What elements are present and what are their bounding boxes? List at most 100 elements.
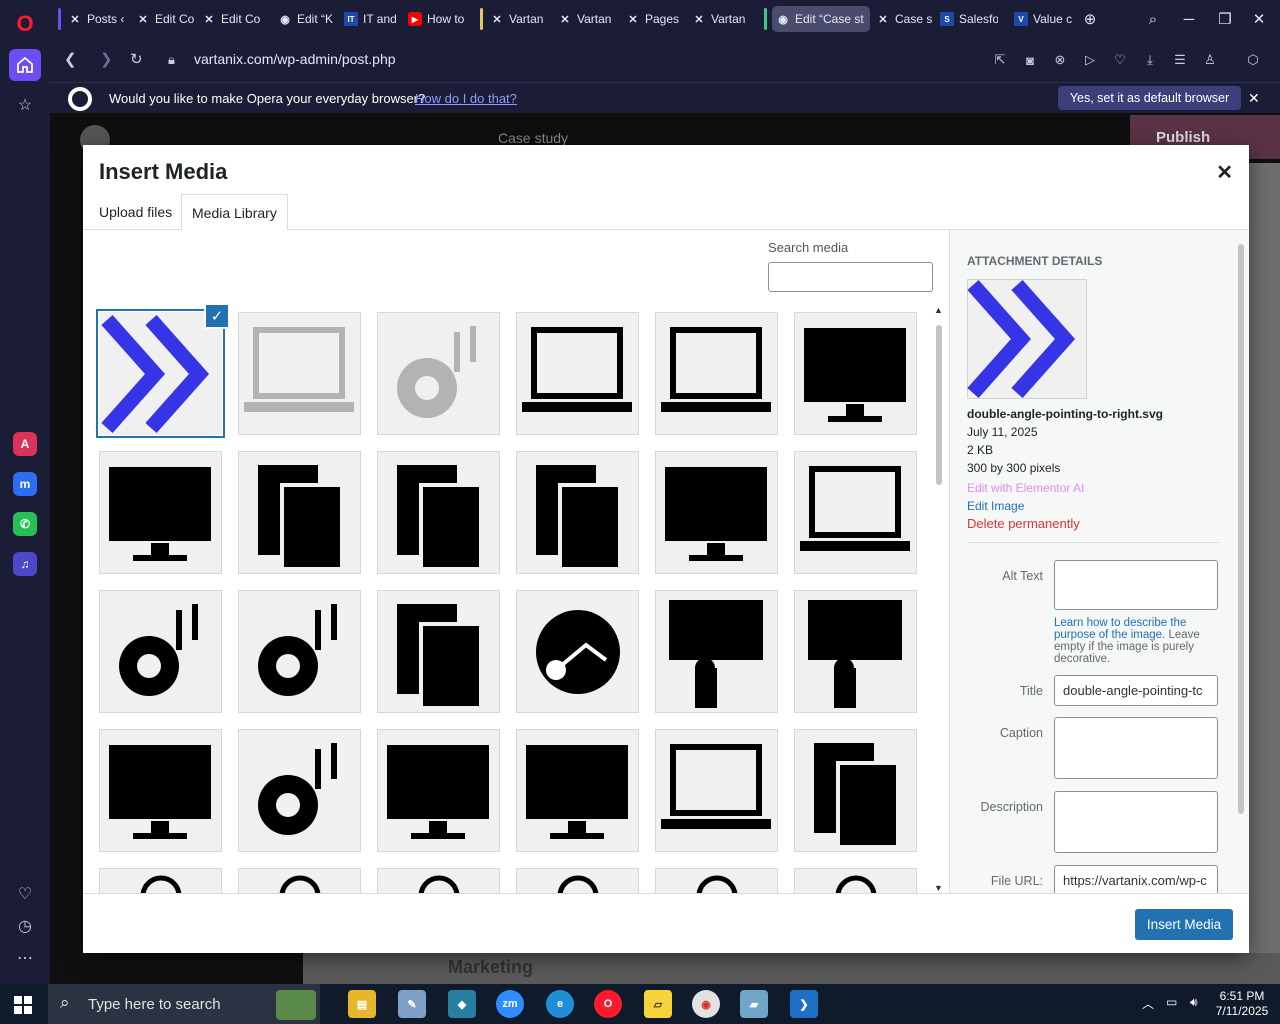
tab-7[interactable]: ✕ Vartan (554, 6, 618, 32)
media-item-rocket-monitor[interactable] (516, 729, 639, 852)
search-tabs-icon[interactable]: ⌕ (1140, 6, 1166, 32)
insert-media-button[interactable]: Insert Media (1135, 909, 1233, 940)
taskbar-search[interactable]: ⌕ Type here to search (48, 984, 320, 1024)
media-item-partial-1[interactable] (99, 868, 222, 893)
media-item-dollar-growth-chart[interactable] (99, 729, 222, 852)
app-icon-2[interactable]: ▰ (740, 990, 768, 1018)
tab-4[interactable]: IT IT and (340, 6, 400, 32)
tab-5[interactable]: ▶ How to (404, 6, 466, 32)
send-icon[interactable]: ▷ (1081, 51, 1099, 69)
reload-icon[interactable]: ↻ (130, 50, 143, 68)
caption-field[interactable] (1054, 717, 1218, 779)
adblock-icon[interactable]: ⊗ (1051, 51, 1069, 69)
grid-scroll-thumb[interactable] (936, 325, 942, 485)
edge-icon[interactable]: e (546, 990, 574, 1018)
minimize-icon[interactable]: ─ (1176, 6, 1202, 32)
vscode-icon[interactable]: ❯ (790, 990, 818, 1018)
profile-icon[interactable]: ♙ (1201, 51, 1219, 69)
media-item-double-angle-right[interactable]: ✓ (99, 303, 230, 435)
lock-icon[interactable]: 🔒︎ (168, 52, 175, 68)
tab-1[interactable]: ✕ Edit Co (132, 6, 196, 32)
media-item-partial-3[interactable] (377, 868, 500, 893)
home-icon[interactable] (9, 49, 41, 81)
paint-icon[interactable]: ✎ (398, 990, 426, 1018)
alt-text-field[interactable] (1054, 560, 1218, 610)
share-icon[interactable]: ⇱ (991, 51, 1009, 69)
media-item-partial-5[interactable] (655, 868, 778, 893)
camera-icon[interactable]: ◙ (1021, 51, 1039, 69)
network-icon[interactable]: ▭ (1166, 995, 1177, 1009)
zoom-icon[interactable]: zm (496, 990, 524, 1018)
tab-media-library[interactable]: Media Library (181, 194, 288, 231)
media-item-password-shield[interactable] (377, 451, 500, 574)
maximize-icon[interactable]: ❐ (1212, 6, 1238, 32)
grid-scrollbar[interactable]: ▲ ▼ (934, 305, 944, 893)
volume-icon[interactable]: 🔊︎ (1190, 995, 1198, 1010)
media-item-monitor-money-chart[interactable] (99, 451, 222, 574)
windows-start-icon[interactable] (14, 996, 32, 1014)
forward-icon[interactable]: ❯ (100, 50, 113, 68)
media-item-hand-rating-stars[interactable] (655, 590, 778, 713)
heart-bookmark-icon[interactable]: ♡ (1111, 51, 1129, 69)
new-tab-plus-icon[interactable]: ⊕ (1077, 6, 1103, 32)
media-item-gear-warning-faded[interactable] (377, 312, 500, 435)
media-item-documents-speed[interactable] (238, 451, 361, 574)
media-item-hand-rating-stars-2[interactable] (794, 590, 917, 713)
delete-permanently-link[interactable]: Delete permanently (967, 516, 1080, 531)
media-item-money-network-circle[interactable] (516, 590, 639, 713)
tab-6[interactable]: ✕ Vartan (486, 6, 550, 32)
media-item-partial-4[interactable] (516, 868, 639, 893)
file-url-field[interactable]: https://vartanix.com/wp-c (1054, 865, 1218, 893)
aria-icon[interactable]: A (13, 432, 37, 456)
scroll-up-icon[interactable]: ▲ (934, 305, 943, 315)
media-item-briefcase-search[interactable] (377, 590, 500, 713)
media-item-rocket-laptop[interactable] (655, 729, 778, 852)
title-field[interactable]: double-angle-pointing-tc (1054, 675, 1218, 706)
close-modal-icon[interactable]: ✕ (1216, 160, 1233, 185)
tab-upload-files[interactable]: Upload files (89, 194, 182, 230)
app-icon[interactable]: ◆ (448, 990, 476, 1018)
messenger-icon[interactable]: m (13, 472, 37, 496)
media-item-money-laptop-faded[interactable] (238, 312, 361, 435)
more-icon[interactable]: ⋯ (9, 942, 41, 974)
details-scroll-thumb[interactable] (1238, 244, 1244, 814)
media-item-box-pencil-tablet[interactable] (794, 729, 917, 852)
opera-taskbar-icon[interactable]: O (594, 990, 622, 1018)
heart-icon[interactable]: ♡ (9, 878, 41, 910)
media-item-cloud-idea[interactable] (99, 590, 222, 713)
taskbar-clock[interactable]: 6:51 PM 7/11/2025 (1212, 989, 1272, 1019)
media-item-money-hook-laptop[interactable] (516, 312, 639, 435)
download-icon[interactable]: ⤓ (1141, 51, 1159, 69)
tab-9[interactable]: ✕ Vartan (688, 6, 748, 32)
edit-image-link[interactable]: Edit Image (967, 499, 1024, 513)
description-field[interactable] (1054, 791, 1218, 853)
tab-11[interactable]: ✕ Case st (872, 6, 932, 32)
history-icon[interactable]: ◷ (9, 910, 41, 942)
media-item-password-shield-2[interactable] (516, 451, 639, 574)
tab-8[interactable]: ✕ Pages (622, 6, 686, 32)
media-item-laptop-sync-icon[interactable] (655, 312, 778, 435)
media-item-partial-6[interactable] (794, 868, 917, 893)
media-item-wrench-settings-window[interactable] (377, 729, 500, 852)
infobar-help-link[interactable]: How do I do that? (415, 91, 517, 106)
set-default-button[interactable]: Yes, set it as default browser (1058, 86, 1241, 110)
opera-logo-icon[interactable]: O (9, 8, 41, 40)
media-item-monitor-roadmap[interactable] (794, 312, 917, 435)
tab-13[interactable]: V Value c (1010, 6, 1072, 32)
sticky-notes-icon[interactable]: ▱ (644, 990, 672, 1018)
search-media-input[interactable] (768, 262, 933, 292)
url-field[interactable]: vartanix.com/wp-admin/post.php (194, 51, 396, 67)
tab-0[interactable]: ✕ Posts ‹ (64, 6, 128, 32)
file-explorer-icon[interactable]: ▤ (348, 990, 376, 1018)
media-item-dashboard-flowchart[interactable] (655, 451, 778, 574)
extensions-icon[interactable]: ⬡ (1244, 51, 1262, 69)
media-item-gears-growth-clock[interactable] (238, 729, 361, 852)
tab-3[interactable]: ◉ Edit “K (274, 6, 336, 32)
star-icon[interactable]: ☆ (9, 89, 41, 121)
close-infobar-icon[interactable]: ✕ (1248, 90, 1260, 107)
media-item-partial-2[interactable] (238, 868, 361, 893)
edit-with-elementor-ai-link[interactable]: Edit with Elementor AI (967, 481, 1084, 495)
tab-10-active[interactable]: ◉ Edit “Case st (772, 6, 870, 32)
selected-check-icon[interactable]: ✓ (204, 303, 230, 329)
media-item-chess-eye-analytics[interactable] (238, 590, 361, 713)
